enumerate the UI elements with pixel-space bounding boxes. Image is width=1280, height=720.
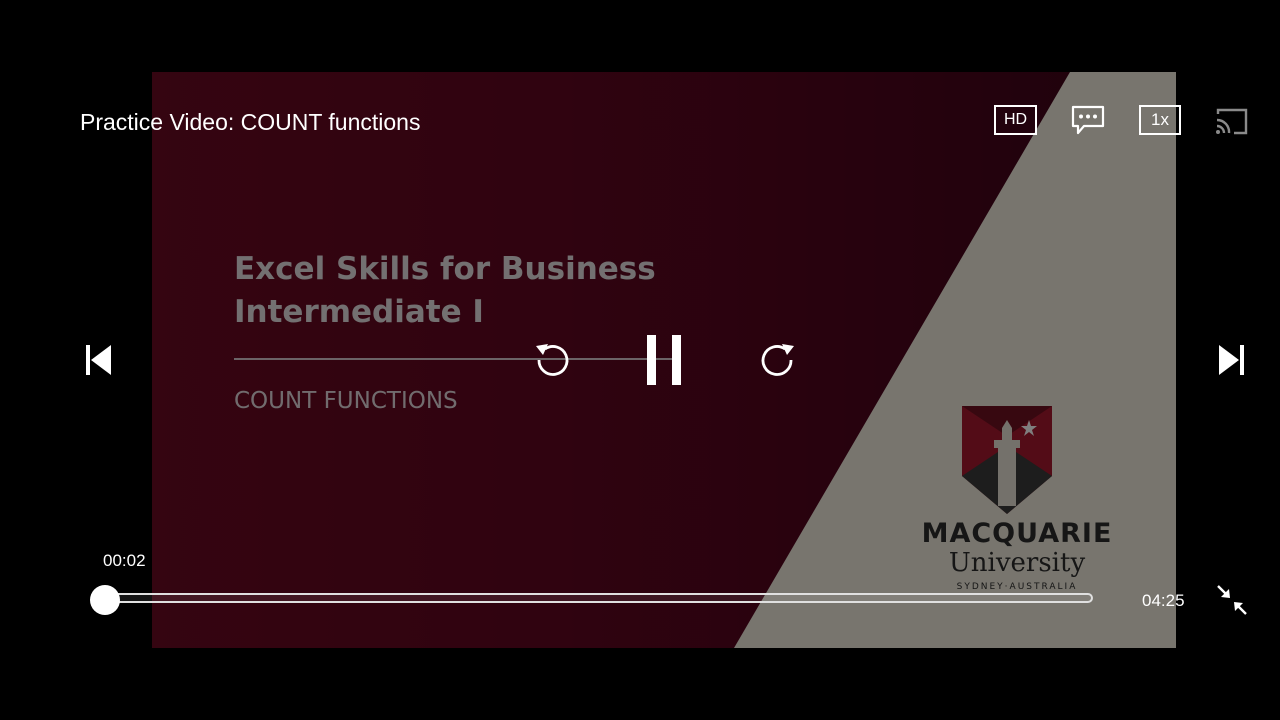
playback-speed-button[interactable]: 1x [1139,105,1181,135]
forward-icon[interactable] [757,340,797,380]
skip-previous-icon[interactable] [86,344,112,376]
pause-icon[interactable] [645,334,683,386]
current-time: 00:02 [103,551,146,570]
cast-icon[interactable] [1214,106,1250,136]
exit-fullscreen-icon[interactable] [1216,584,1248,616]
captions-icon[interactable] [1070,105,1106,135]
video-player[interactable]: Excel Skills for Business Intermediate I… [0,0,1280,720]
total-duration: 04:25 [1142,591,1185,610]
replay-icon[interactable] [533,340,573,380]
quality-button[interactable]: HD [994,105,1037,135]
seek-thumb[interactable] [90,585,120,615]
seek-bar[interactable] [105,593,1093,603]
skip-next-icon[interactable] [1218,344,1244,376]
video-title: Practice Video: COUNT functions [80,109,421,135]
